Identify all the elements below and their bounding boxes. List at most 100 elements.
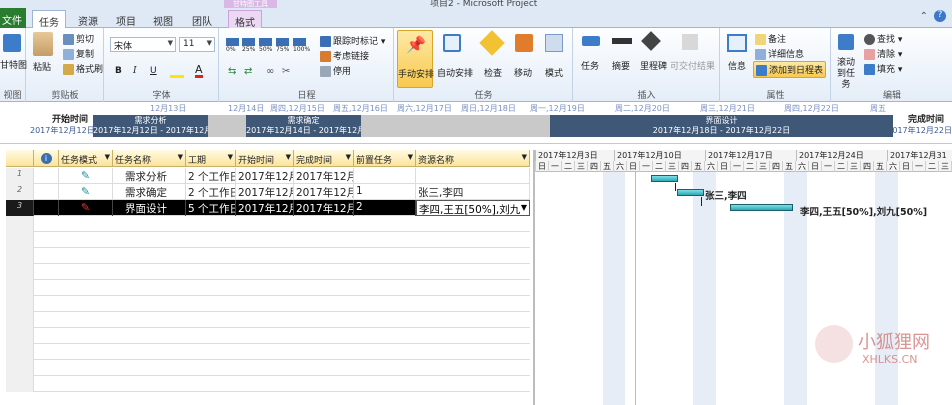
paste-icon[interactable] — [33, 32, 53, 56]
unlink-icon[interactable]: ✂ — [282, 66, 290, 77]
font-size-combo[interactable]: 11 ▼ — [179, 37, 215, 52]
clear-button[interactable]: 清除 ▾ — [864, 47, 902, 60]
mode-button[interactable]: 模式 — [545, 66, 563, 79]
empty-row[interactable] — [6, 344, 530, 360]
row-id[interactable]: 1 — [6, 168, 34, 184]
minimize-ribbon-icon[interactable]: ⌃ — [920, 11, 928, 22]
help-icon[interactable]: ? — [934, 10, 946, 22]
deliverable-icon[interactable] — [682, 34, 698, 50]
gantt-bar[interactable] — [730, 204, 793, 211]
auto-schedule-icon[interactable] — [443, 34, 461, 52]
resource-cell[interactable]: 张三,李四 — [416, 184, 530, 200]
header-task-name[interactable]: 任务名称 ▼ — [113, 150, 186, 167]
cut-button[interactable]: 剪切 — [63, 32, 94, 45]
empty-row[interactable] — [6, 312, 530, 328]
progress-0-button[interactable]: 0% — [226, 38, 239, 53]
progress-25-button[interactable]: 25% — [242, 38, 255, 53]
empty-row[interactable] — [6, 328, 530, 344]
scroll-to-task-icon[interactable] — [838, 34, 854, 50]
empty-row[interactable] — [6, 216, 530, 232]
row-id[interactable]: 2 — [6, 184, 34, 200]
inspect-icon[interactable] — [479, 30, 505, 56]
header-predecessors[interactable]: 前置任务 ▼ — [354, 150, 416, 167]
table-row[interactable]: 2 ✎ 需求确定 2 个工作日 2017年12月14日 2017年12月15日 … — [6, 184, 530, 200]
duration-cell[interactable]: 5 个工作日 — [186, 200, 236, 216]
empty-row[interactable] — [6, 360, 530, 376]
milestone-button[interactable]: 里程碑 — [640, 59, 667, 72]
tab-file[interactable]: 文件 — [0, 8, 26, 28]
header-info[interactable]: i — [34, 150, 59, 167]
notes-button[interactable]: 备注 — [755, 32, 786, 45]
summary-button[interactable]: 摘要 — [612, 59, 630, 72]
resource-cell-editing[interactable]: 李四,王五[50%],刘九 ▼ — [416, 200, 530, 216]
underline-button[interactable]: U — [150, 66, 157, 76]
timeline-bar[interactable]: 界面设计 2017年12月18日 - 2017年12月22日 — [550, 115, 893, 137]
header-task-mode[interactable]: 任务模式 ▼ — [59, 150, 113, 167]
move-button[interactable]: 移动 — [514, 66, 532, 79]
start-cell[interactable]: 2017年12月12日 — [236, 168, 294, 184]
font-name-combo[interactable]: 宋体 ▼ — [110, 37, 176, 52]
start-cell[interactable]: 2017年12月18日 — [236, 200, 294, 216]
move-icon[interactable] — [515, 34, 533, 52]
resource-cell[interactable] — [416, 168, 530, 184]
table-row[interactable]: 1 ✎ 需求分析 2 个工作日 2017年12月12日 2017年12月13日 — [6, 168, 530, 184]
information-icon[interactable] — [727, 34, 747, 52]
gantt-chart-button[interactable]: 甘特图 — [0, 58, 27, 71]
milestone-icon[interactable] — [641, 31, 661, 51]
inspect-button[interactable]: 检查 — [484, 66, 502, 79]
finish-cell[interactable]: 2017年12月22日 — [294, 200, 354, 216]
empty-row[interactable] — [6, 280, 530, 296]
summary-icon[interactable] — [612, 38, 632, 44]
tab-resource[interactable]: 资源 — [72, 10, 104, 28]
indent-icon[interactable]: ⇆ — [228, 66, 236, 77]
table-row-selected[interactable]: 3 ✎ 界面设计 5 个工作日 2017年12月18日 2017年12月22日 … — [6, 200, 530, 216]
duration-cell[interactable]: 2 个工作日 — [186, 168, 236, 184]
header-duration[interactable]: 工期 ▼ — [186, 150, 236, 167]
gantt-chart-icon[interactable] — [3, 34, 21, 52]
gantt-chart[interactable]: 2017年12月3日 2017年12月10日 2017年12月17日 2017年… — [533, 150, 952, 405]
row-id[interactable]: 3 — [6, 200, 34, 216]
outdent-icon[interactable]: ⇄ — [244, 66, 252, 77]
tab-view[interactable]: 视图 — [147, 10, 179, 28]
start-cell[interactable]: 2017年12月14日 — [236, 184, 294, 200]
header-select-all[interactable] — [6, 150, 34, 167]
timeline[interactable]: 开始时间 2017年12月12日 完成时间 2017年12月22日 12月13日… — [0, 103, 952, 144]
details-button[interactable]: 详细信息 — [755, 47, 804, 60]
mark-on-track-button[interactable]: 跟踪时标记 ▾ — [320, 34, 385, 47]
empty-row[interactable] — [6, 296, 530, 312]
gantt-bar[interactable] — [651, 175, 678, 182]
tab-format[interactable]: 格式 — [228, 10, 262, 29]
format-painter-button[interactable]: 格式刷 — [63, 62, 103, 75]
tab-task[interactable]: 任务 — [32, 10, 66, 29]
timeline-bar[interactable]: 需求分析 2017年12月12日 - 2017年12月 — [93, 115, 208, 137]
header-finish[interactable]: 完成时间 ▼ — [294, 150, 354, 167]
empty-row[interactable] — [6, 264, 530, 280]
add-to-timeline-button[interactable]: 添加到日程表 — [753, 61, 827, 78]
deliverable-button[interactable]: 可交付结果 — [670, 59, 715, 72]
tab-project[interactable]: 项目 — [110, 10, 142, 28]
task-name-cell[interactable]: 界面设计 — [113, 200, 186, 216]
predecessor-cell[interactable]: 2 — [354, 200, 416, 216]
copy-button[interactable]: 复制 — [63, 47, 94, 60]
empty-row[interactable] — [6, 248, 530, 264]
manual-schedule-button[interactable]: 📌 手动安排 — [397, 30, 434, 88]
link-icon[interactable]: ∞ — [266, 66, 274, 77]
insert-task-button[interactable]: 任务 — [581, 59, 599, 72]
timeline-bar[interactable]: 需求确定 2017年12月14日 - 2017年12月 — [246, 115, 361, 137]
duration-cell[interactable]: 2 个工作日 — [186, 184, 236, 200]
bold-button[interactable]: B — [115, 66, 122, 76]
tab-team[interactable]: 团队 — [186, 10, 218, 28]
finish-cell[interactable]: 2017年12月15日 — [294, 184, 354, 200]
mode-icon[interactable] — [545, 34, 563, 52]
empty-row[interactable] — [6, 376, 530, 392]
task-icon[interactable] — [582, 36, 600, 46]
gantt-bar[interactable] — [677, 189, 704, 196]
italic-button[interactable]: I — [133, 66, 137, 76]
header-resources[interactable]: 资源名称 ▼ — [416, 150, 530, 167]
find-button[interactable]: 查找 ▾ — [864, 32, 902, 45]
progress-75-button[interactable]: 75% — [276, 38, 289, 53]
auto-schedule-button[interactable]: 自动安排 — [437, 66, 473, 79]
task-name-cell[interactable]: 需求确定 — [113, 184, 186, 200]
inactivate-button[interactable]: 停用 — [320, 64, 351, 77]
predecessor-cell[interactable] — [354, 168, 416, 184]
